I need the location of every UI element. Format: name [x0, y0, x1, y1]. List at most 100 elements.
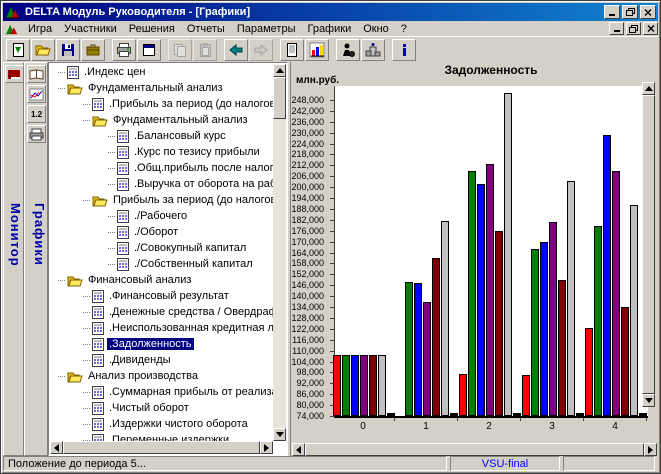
tree-item-11[interactable]: ./Совокупный капитал [50, 240, 273, 256]
mdi-close-button[interactable] [643, 22, 658, 35]
tree-item-13[interactable]: Финансовый анализ [50, 272, 273, 288]
menu-item-reports[interactable]: Отчеты [181, 22, 231, 36]
red-book-icon[interactable] [5, 65, 24, 83]
info-button[interactable] [392, 39, 416, 61]
menu-item-parameters[interactable]: Параметры [231, 22, 302, 36]
tree-item-label[interactable]: .Балансовый курс [132, 130, 228, 142]
tree-item-16[interactable]: .Неиспользованная кредитная линия [50, 320, 273, 336]
tree-item-label[interactable]: Фундаментальный анализ [86, 82, 225, 94]
tree-item-label[interactable]: ./Рабочего [132, 210, 189, 222]
tree-item-20[interactable]: .Суммарная прибыль от реализации [50, 384, 273, 400]
tree-item-label[interactable]: Фундаментальный анализ [111, 114, 250, 126]
tree-item-5[interactable]: .Курс по тезису прибыли [50, 144, 273, 160]
tree-item-10[interactable]: ./Оборот [50, 224, 273, 240]
tree-item-label[interactable]: .Курс по тезису прибыли [132, 146, 262, 158]
tree-item-2[interactable]: .Прибыль за период (до налогов) [50, 96, 273, 112]
print-button[interactable] [112, 39, 136, 61]
tree-item-label[interactable]: ./Собственный капитал [132, 258, 255, 270]
briefcase-button[interactable] [81, 39, 105, 61]
tree-item-8[interactable]: Прибыль за период (до налогов) [50, 192, 273, 208]
menu-bar: ИграУчастникиРешенияОтчетыПараметрыГрафи… [3, 21, 658, 36]
tree-item-9[interactable]: ./Рабочего [50, 208, 273, 224]
tree-scroll-down-button[interactable] [273, 428, 286, 441]
menu-item-game[interactable]: Игра [22, 22, 58, 36]
tree-hscroll-thumb[interactable] [63, 441, 260, 454]
y-tick-mark [330, 274, 334, 275]
tree-item-label[interactable]: .Общ.прибыль после налогов [132, 162, 273, 174]
tree-item-6[interactable]: .Общ.прибыль после налогов [50, 160, 273, 176]
mini-printer-icon[interactable] [27, 125, 46, 143]
tree-item-label[interactable]: Прибыль за период (до налогов) [111, 194, 273, 206]
chart-button[interactable] [305, 39, 329, 61]
tree-scroll-up-button[interactable] [273, 64, 286, 77]
chart-scroll-up-button[interactable] [642, 82, 655, 95]
menu-item-window[interactable]: Окно [357, 22, 395, 36]
participant-analysis-button[interactable] [336, 39, 360, 61]
tree-item-label[interactable]: .Выручка от оборота на рабочего [132, 178, 273, 190]
back-button[interactable] [224, 39, 248, 61]
tree-item-21[interactable]: .Чистый оборот [50, 400, 273, 416]
tree-scroll-right-button[interactable] [260, 441, 273, 454]
save-button[interactable] [56, 39, 80, 61]
mdi-minimize-button[interactable] [609, 22, 624, 35]
window-layout-button[interactable] [137, 39, 161, 61]
ranking-button[interactable] [361, 39, 385, 61]
tab-charts[interactable]: 1.2 Графики [24, 62, 48, 456]
tree-item-label[interactable]: .Неиспользованная кредитная линия [107, 322, 273, 334]
menu-item-charts[interactable]: Графики [301, 22, 357, 36]
document-icon [117, 258, 129, 271]
tree-item-label[interactable]: .Задолженность [107, 338, 194, 350]
tree-item-label[interactable]: Финансовый анализ [86, 274, 193, 286]
tree-item-17[interactable]: .Задолженность [50, 336, 273, 352]
tree-item-0[interactable]: .Индекс цен [50, 64, 273, 80]
notebook-icon[interactable] [27, 65, 46, 83]
menu-item-help[interactable]: ? [395, 22, 413, 36]
tree-item-7[interactable]: .Выручка от оборота на рабочего [50, 176, 273, 192]
chart-scroll-down-button[interactable] [642, 394, 655, 407]
bar-purple-p2 [486, 164, 494, 416]
new-game-button[interactable] [6, 39, 30, 61]
tree-item-22[interactable]: .Издержки чистого оборота [50, 416, 273, 432]
y-tick-label: 176,000 [284, 226, 324, 236]
open-folder-icon [92, 194, 108, 207]
tree-item-label[interactable]: ./Оборот [132, 226, 180, 238]
tree-item-18[interactable]: .Дивиденды [50, 352, 273, 368]
tree-item-12[interactable]: ./Собственный капитал [50, 256, 273, 272]
tab-monitor[interactable]: Монитор [3, 62, 24, 456]
tree-item-label[interactable]: .Чистый оборот [107, 402, 191, 414]
tree-scroll-left-button[interactable] [50, 441, 63, 454]
tree-item-label[interactable]: .Финансовый результат [107, 290, 231, 302]
report-button[interactable] [280, 39, 304, 61]
tree-item-3[interactable]: Фундаментальный анализ [50, 112, 273, 128]
tree-item-label[interactable]: ./Совокупный капитал [132, 242, 248, 254]
tree-item-19[interactable]: Анализ производства [50, 368, 273, 384]
mdi-restore-button[interactable] [626, 22, 641, 35]
tree-item-1[interactable]: Фундаментальный анализ [50, 80, 273, 96]
mini-chart-icon[interactable] [27, 85, 46, 103]
tree-item-23[interactable]: .Переменные издержки [50, 432, 273, 441]
open-button[interactable] [31, 39, 55, 61]
tree-item-14[interactable]: .Финансовый результат [50, 288, 273, 304]
close-button[interactable] [640, 5, 656, 19]
tree-item-label[interactable]: .Прибыль за период (до налогов) [107, 98, 273, 110]
y-tick-mark [330, 351, 334, 352]
y-tick-mark [330, 176, 334, 177]
one-two-icon[interactable]: 1.2 [27, 105, 46, 123]
menu-item-decisions[interactable]: Решения [123, 22, 181, 36]
document-icon [92, 434, 104, 442]
tree-item-label[interactable]: .Суммарная прибыль от реализации [107, 386, 273, 398]
tree-item-label[interactable]: .Дивиденды [107, 354, 173, 366]
tree-item-label[interactable]: Анализ производства [86, 370, 200, 382]
tree-item-label[interactable]: .Денежные средства / Овердрафт кредит [107, 306, 273, 318]
tree-item-4[interactable]: .Балансовый курс [50, 128, 273, 144]
chart-vscroll-thumb[interactable] [642, 95, 655, 394]
menu-item-participants[interactable]: Участники [58, 22, 123, 36]
mdi-child-icon[interactable] [5, 23, 19, 35]
restore-button[interactable] [622, 5, 638, 19]
tree-item-label[interactable]: .Индекс цен [82, 66, 147, 78]
tree-item-15[interactable]: .Денежные средства / Овердрафт кредит [50, 304, 273, 320]
minimize-button[interactable] [604, 5, 620, 19]
tree-item-label[interactable]: .Переменные издержки [107, 434, 231, 441]
tree-item-label[interactable]: .Издержки чистого оборота [107, 418, 250, 430]
open-folder-icon [35, 42, 51, 58]
